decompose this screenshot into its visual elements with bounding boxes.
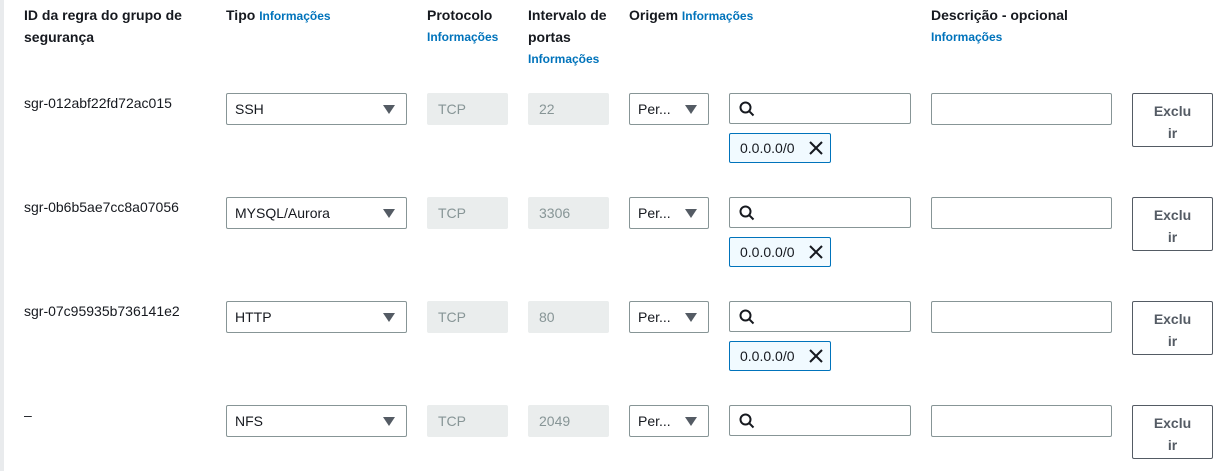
header-type: Tipo Informações: [226, 4, 331, 27]
close-icon[interactable]: [809, 141, 823, 155]
source-select[interactable]: Per...: [629, 197, 709, 229]
description-input[interactable]: [931, 93, 1112, 125]
rule-id: sgr-07c95935b736141e2: [24, 303, 180, 319]
port-range-info-link[interactable]: Informações: [528, 48, 613, 70]
port-range-field: 2049: [528, 405, 609, 437]
delete-button[interactable]: Excluir: [1132, 405, 1213, 459]
delete-button[interactable]: Excluir: [1132, 93, 1213, 147]
source-select[interactable]: Per...: [629, 93, 709, 125]
caret-down-icon: [383, 313, 395, 322]
type-select-value: MYSQL/Aurora: [235, 205, 330, 221]
search-icon: [739, 413, 755, 429]
port-range-field: 80: [528, 301, 609, 333]
header-port-range-label: Intervalo de portas: [528, 7, 607, 45]
type-select[interactable]: MYSQL/Aurora: [226, 197, 407, 229]
caret-down-icon: [685, 417, 697, 426]
header-description: Descrição - opcional Informações: [931, 4, 1068, 48]
cidr-token-label: 0.0.0.0/0: [740, 244, 795, 260]
description-input[interactable]: [931, 197, 1112, 229]
type-select[interactable]: NFS: [226, 405, 407, 437]
protocol-field: TCP: [427, 197, 508, 229]
source-search-input[interactable]: [729, 197, 911, 228]
header-source: Origem Informações: [629, 4, 753, 27]
source-select-value: Per...: [638, 205, 671, 221]
protocol-field: TCP: [427, 93, 508, 125]
source-search-input[interactable]: [729, 405, 911, 436]
port-range-field: 3306: [528, 197, 609, 229]
port-range-field: 22: [528, 93, 609, 125]
caret-down-icon: [383, 417, 395, 426]
type-select-value: HTTP: [235, 309, 272, 325]
type-select[interactable]: SSH: [226, 93, 407, 125]
header-port-range: Intervalo de portas Informações: [528, 4, 613, 70]
description-input[interactable]: [931, 301, 1112, 333]
source-search-input[interactable]: [729, 301, 911, 332]
protocol-field: TCP: [427, 301, 508, 333]
cidr-token-label: 0.0.0.0/0: [740, 348, 795, 364]
type-select-value: SSH: [235, 101, 264, 117]
caret-down-icon: [685, 313, 697, 322]
cidr-token: 0.0.0.0/0: [729, 133, 831, 163]
description-input[interactable]: [931, 405, 1112, 437]
source-select-value: Per...: [638, 309, 671, 325]
cidr-token: 0.0.0.0/0: [729, 237, 831, 267]
caret-down-icon: [685, 105, 697, 114]
protocol-field: TCP: [427, 405, 508, 437]
source-search-input[interactable]: [729, 93, 911, 124]
source-select[interactable]: Per...: [629, 405, 709, 437]
search-icon: [739, 205, 755, 221]
rule-id: sgr-012abf22fd72ac015: [24, 95, 172, 111]
cidr-token: 0.0.0.0/0: [729, 341, 831, 371]
source-select[interactable]: Per...: [629, 301, 709, 333]
header-type-label: Tipo: [226, 7, 256, 23]
search-icon: [739, 309, 755, 325]
delete-button[interactable]: Excluir: [1132, 301, 1213, 355]
caret-down-icon: [685, 209, 697, 218]
rule-id: –: [24, 407, 32, 423]
delete-button-label: Excluir: [1153, 415, 1192, 453]
delete-button[interactable]: Excluir: [1132, 197, 1213, 251]
type-select-value: NFS: [235, 413, 263, 429]
header-rule-id: ID da regra do grupo de segurança: [24, 7, 182, 45]
header-description-label: Descrição - opcional: [931, 7, 1068, 23]
cidr-token-label: 0.0.0.0/0: [740, 140, 795, 156]
caret-down-icon: [383, 105, 395, 114]
delete-button-label: Excluir: [1153, 103, 1192, 141]
close-icon[interactable]: [809, 349, 823, 363]
type-select[interactable]: HTTP: [226, 301, 407, 333]
description-info-link[interactable]: Informações: [931, 26, 1068, 48]
header-protocol-label: Protocolo: [427, 7, 493, 23]
source-select-value: Per...: [638, 101, 671, 117]
close-icon[interactable]: [809, 245, 823, 259]
type-info-link[interactable]: Informações: [259, 9, 330, 23]
protocol-info-link[interactable]: Informações: [427, 26, 498, 48]
header-source-label: Origem: [629, 7, 679, 23]
rule-id: sgr-0b6b5ae7cc8a07056: [24, 199, 179, 215]
caret-down-icon: [383, 209, 395, 218]
left-border: [0, 0, 4, 471]
header-protocol: Protocolo Informações: [427, 4, 498, 48]
source-info-link[interactable]: Informações: [682, 9, 753, 23]
delete-button-label: Excluir: [1153, 207, 1192, 245]
source-select-value: Per...: [638, 413, 671, 429]
delete-button-label: Excluir: [1153, 311, 1192, 349]
search-icon: [739, 101, 755, 117]
